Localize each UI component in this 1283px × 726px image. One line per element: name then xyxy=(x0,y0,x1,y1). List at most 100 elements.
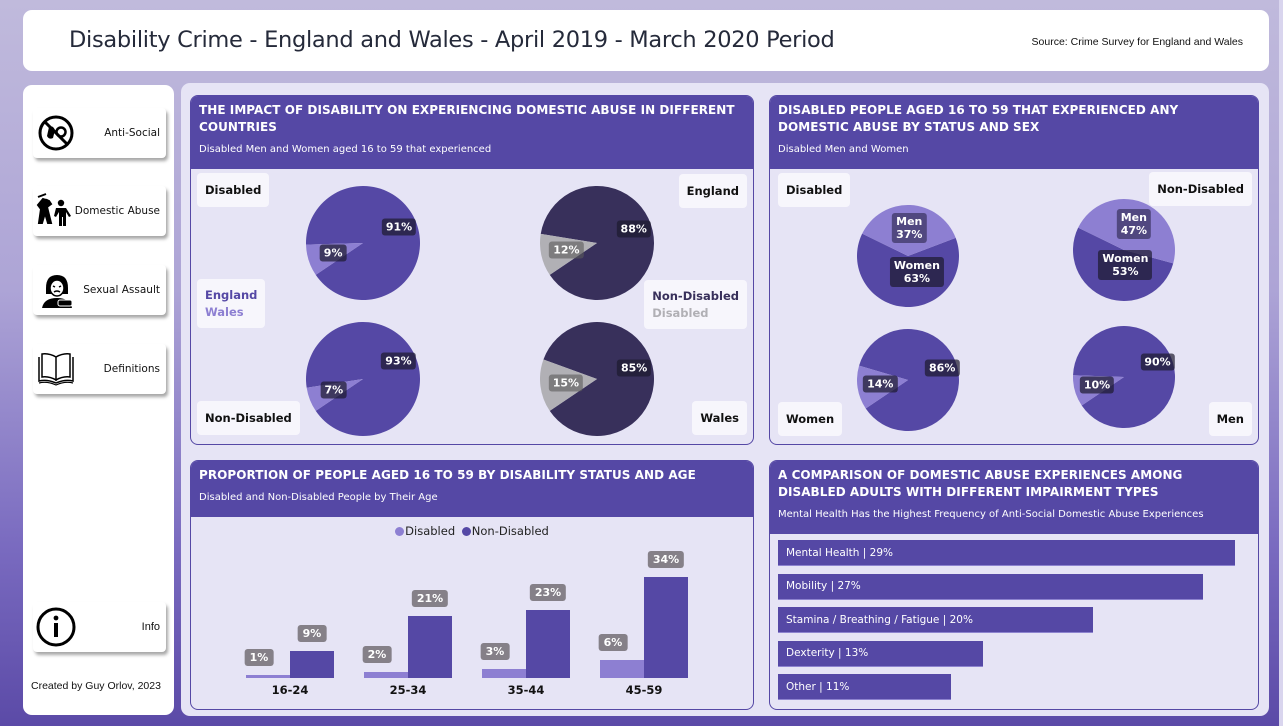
pie-data-label: 14% xyxy=(863,375,898,393)
tag-disabled: Disabled xyxy=(197,173,270,207)
nav-button-info[interactable]: Info xyxy=(33,602,166,652)
nav-label: Sexual Assault xyxy=(83,284,160,296)
panel-header: A COMPARISON OF DOMESTIC ABUSE EXPERIENC… xyxy=(770,461,1258,534)
pie-women: 86% 14% xyxy=(857,329,960,431)
scrollbar-track[interactable] xyxy=(1279,0,1283,726)
pie-wales: 85% 15% xyxy=(540,322,654,436)
pie-data-label: 10% xyxy=(1079,376,1115,394)
pie-disabled-country: 91% 9% xyxy=(306,186,420,300)
tag-women: Women xyxy=(778,402,843,436)
hbar-stamina-breathing-fatigue[interactable]: Stamina / Breathing / Fatigue | 20% xyxy=(778,607,1094,633)
panel-age: PROPORTION OF PEOPLE AGED 16 TO 59 BY DI… xyxy=(190,460,754,710)
pie-data-label: 91% xyxy=(381,218,417,236)
domestic-violence-icon xyxy=(36,193,71,226)
open-book-icon xyxy=(38,353,74,386)
legend-england-wales: England Wales xyxy=(197,279,266,328)
sidebar: Anti-Social Domestic Abuse Sexual Assaul… xyxy=(23,85,174,715)
bar-data-label: 34% xyxy=(647,551,685,568)
credit-text: Created by Guy Orlov, 2023 xyxy=(31,680,161,692)
pie-data-label: Men 37% xyxy=(892,212,927,243)
nav-label: Info xyxy=(141,621,160,633)
panel-header: PROPORTION OF PEOPLE AGED 16 TO 59 BY DI… xyxy=(191,461,753,517)
legend-dot-non-disabled xyxy=(461,527,471,536)
info-icon xyxy=(36,607,76,647)
sexual-assault-icon xyxy=(42,275,73,308)
legend-item-wales: Wales xyxy=(205,304,244,319)
pie-svg xyxy=(306,322,420,436)
panel-title: A COMPARISON OF DOMESTIC ABUSE EXPERIENC… xyxy=(778,468,1183,499)
pie-nondisabled-sex: Women 53% Men 47% xyxy=(1073,198,1175,301)
bar-data-label: 21% xyxy=(411,589,449,607)
header-bar: Disability Crime - England and Wales - A… xyxy=(23,10,1269,71)
bar-data-label: 6% xyxy=(598,634,628,652)
x-tick-label: 35-44 xyxy=(507,683,545,697)
pie-data-label: 85% xyxy=(616,359,652,377)
legend-item-non-disabled: Non-Disabled xyxy=(652,288,739,303)
panel-title: DISABLED PEOPLE AGED 16 TO 59 THAT EXPER… xyxy=(778,103,1179,134)
tag-wales: Wales xyxy=(692,401,747,435)
bar-data-label: 9% xyxy=(297,625,327,643)
hbar-mobility[interactable]: Mobility | 27% xyxy=(778,573,1204,600)
bar-non-disabled[interactable] xyxy=(290,651,334,678)
legend-label-non-disabled: Non-Disabled xyxy=(471,524,549,538)
bar-non-disabled[interactable] xyxy=(644,577,688,678)
panel-subtitle: Disabled Men and Women aged 16 to 59 tha… xyxy=(199,144,492,155)
bar-non-disabled[interactable] xyxy=(408,615,452,678)
panel-subtitle: Mental Health Has the Highest Frequency … xyxy=(778,509,1204,520)
bar-data-label: 23% xyxy=(529,583,567,601)
pie-data-label: 88% xyxy=(616,220,651,238)
bar-non-disabled[interactable] xyxy=(526,609,570,678)
legend-dot-disabled xyxy=(395,527,405,536)
hbar-dexterity[interactable]: Dexterity | 13% xyxy=(778,640,983,667)
x-tick-label: 45-59 xyxy=(625,683,663,697)
nav-label: Definitions xyxy=(103,363,160,375)
bar-data-label: 1% xyxy=(244,649,274,667)
x-tick-label: 25-34 xyxy=(389,683,427,697)
x-tick-label: 16-24 xyxy=(271,683,309,697)
hbar-other[interactable]: Other | 11% xyxy=(778,674,952,700)
nav-button-definitions[interactable]: Definitions xyxy=(33,344,166,394)
nav-button-sexual-assault[interactable]: Sexual Assault xyxy=(33,265,166,315)
pie-nondisabled-country: 93% 7% xyxy=(306,322,420,436)
tag-disabled: Disabled xyxy=(778,173,851,207)
pie-data-label: 93% xyxy=(381,352,416,370)
pie-data-label: 86% xyxy=(925,359,960,377)
source-note: Source: Crime Survey for England and Wal… xyxy=(1031,36,1243,48)
pie-england: 88% 12% xyxy=(540,186,654,300)
tag-england: England xyxy=(678,174,747,208)
panel-title: PROPORTION OF PEOPLE AGED 16 TO 59 BY DI… xyxy=(199,468,696,482)
pie-data-label: 12% xyxy=(549,241,584,259)
no-noise-icon xyxy=(38,115,74,151)
pie-data-label: Women 53% xyxy=(1098,249,1153,280)
panel-countries: THE IMPACT OF DISABILITY ON EXPERIENCING… xyxy=(190,95,754,445)
panel-header: DISABLED PEOPLE AGED 16 TO 59 THAT EXPER… xyxy=(770,96,1258,169)
pie-data-label: 7% xyxy=(320,381,348,399)
bar-disabled[interactable] xyxy=(482,669,526,678)
pie-data-label: 15% xyxy=(548,374,584,392)
pie-men: 90% 10% xyxy=(1073,326,1175,428)
nav-button-domestic-abuse[interactable]: Domestic Abuse xyxy=(33,186,166,236)
bar-disabled[interactable] xyxy=(364,672,408,678)
bar-disabled[interactable] xyxy=(600,660,644,678)
tag-men: Men xyxy=(1208,402,1252,436)
panel-header: THE IMPACT OF DISABILITY ON EXPERIENCING… xyxy=(191,96,753,169)
hbar-mental-health[interactable]: Mental Health | 29% xyxy=(778,540,1235,566)
legend-label-disabled: Disabled xyxy=(405,524,456,538)
nav-button-anti-social[interactable]: Anti-Social xyxy=(33,108,166,158)
legend-item-england: England xyxy=(205,287,258,302)
pie-disabled-sex: Women 63% Men 37% xyxy=(857,205,959,307)
panel-status-sex: DISABLED PEOPLE AGED 16 TO 59 THAT EXPER… xyxy=(769,95,1259,445)
panel-subtitle: Disabled and Non-Disabled People by Thei… xyxy=(199,492,438,503)
pie-svg xyxy=(306,186,420,300)
pie-data-label: 9% xyxy=(319,244,347,262)
bar-data-label: 2% xyxy=(362,646,392,664)
legend-status: Non-Disabled Disabled xyxy=(644,280,747,329)
bar-data-label: 3% xyxy=(480,643,510,661)
bar-disabled[interactable] xyxy=(246,675,290,678)
pie-data-label: Men 47% xyxy=(1116,208,1152,239)
panel-impairment: A COMPARISON OF DOMESTIC ABUSE EXPERIENC… xyxy=(769,460,1259,710)
nav-label: Anti-Social xyxy=(104,127,160,139)
main-canvas: THE IMPACT OF DISABILITY ON EXPERIENCING… xyxy=(181,83,1269,716)
panel-subtitle: Disabled Men and Women xyxy=(778,144,909,155)
pie-data-label: Women 63% xyxy=(889,257,944,288)
